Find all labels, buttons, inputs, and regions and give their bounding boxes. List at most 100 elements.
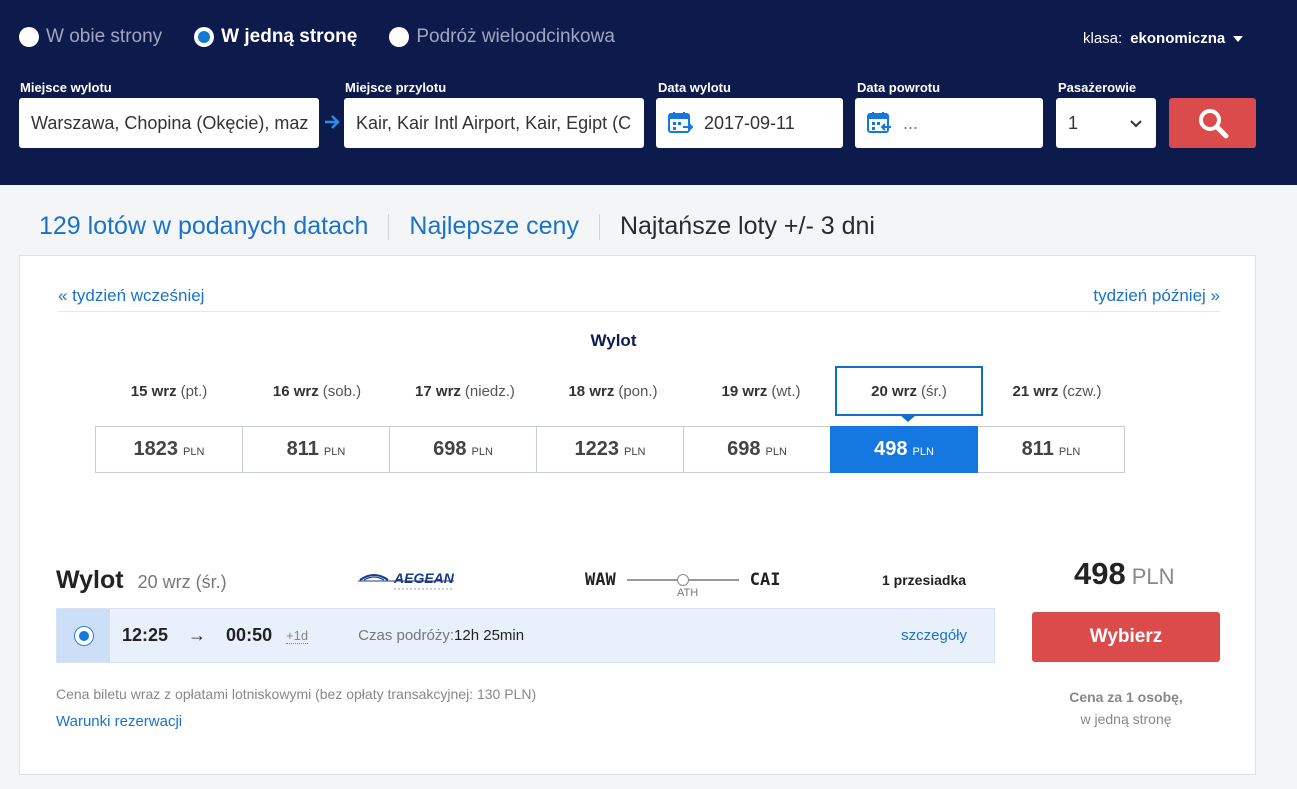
radio-selected-icon[interactable] xyxy=(194,27,215,47)
price-cell[interactable]: 1823 PLN xyxy=(95,426,243,473)
flight-price-currency: PLN xyxy=(1131,564,1175,589)
price-currency: PLN xyxy=(183,446,205,458)
date-row: 15 wrz (pt.) 16 wrz (sob.) 17 wrz (niedz.) … xyxy=(95,366,1131,422)
caret-down-icon xyxy=(1233,35,1244,42)
origin-code: WAW xyxy=(585,570,616,590)
date-cell-selected[interactable]: 20 wrz (śr.) xyxy=(835,366,983,422)
route-line xyxy=(626,574,739,586)
price-note: Cena biletu wraz z opłatami lotniskowymi… xyxy=(56,686,537,702)
date-weekday: (pt.) xyxy=(180,382,208,400)
origin-input[interactable]: Warszawa, Chopina (Okęcie), maz xyxy=(19,98,319,148)
price-per-person-line2: w jedną stronę xyxy=(1080,711,1172,727)
select-flight-button[interactable]: Wybierz xyxy=(1032,612,1220,662)
return-date-input[interactable]: ... xyxy=(855,98,1043,148)
price-currency: PLN xyxy=(1058,446,1081,458)
trip-type-round-trip[interactable]: W obie strony xyxy=(19,26,162,48)
tab-divider xyxy=(388,213,390,240)
return-date-label: Data powrotu xyxy=(857,80,941,95)
arrow-right-icon xyxy=(325,115,340,129)
price-cell[interactable]: 811 PLN xyxy=(977,426,1125,473)
price-value: 698 xyxy=(433,438,467,460)
departure-date-label: Data wylotu xyxy=(658,80,731,95)
next-week-link[interactable]: tydzień później » xyxy=(1093,286,1220,306)
tab-best-prices[interactable]: Najlepsze ceny xyxy=(409,212,579,241)
tab-cheapest-3-days[interactable]: Najtańsze loty +/- 3 dni xyxy=(620,212,875,241)
price-cell[interactable]: 1223 PLN xyxy=(536,426,684,473)
date-cell[interactable]: 21 wrz (czw.) xyxy=(983,366,1131,416)
flight-price-value: 498 xyxy=(1074,556,1126,591)
passengers-select[interactable]: 1 xyxy=(1056,98,1156,148)
price-value: 811 xyxy=(1021,438,1054,460)
trip-type-label: W obie strony xyxy=(46,26,163,47)
flight-option-row[interactable]: 12:25 → 00:50 +1d Czas podróży: 12h 25mi… xyxy=(56,608,995,663)
date-weekday: (czw.) xyxy=(1062,382,1102,400)
destination-label: Miejsce przylotu xyxy=(345,80,447,95)
radio-icon[interactable] xyxy=(389,27,410,47)
date-weekday: (sob.) xyxy=(322,382,362,400)
date-day: 18 wrz xyxy=(568,382,615,400)
stopover-code: ATH xyxy=(677,587,699,599)
details-link[interactable]: szczegóły xyxy=(901,627,967,644)
return-date-value: ... xyxy=(903,112,919,133)
arrow-right-icon: → xyxy=(188,625,207,645)
price-cell-selected[interactable]: 498 PLN xyxy=(830,426,978,473)
cabin-class-dropdown[interactable]: klasa: ekonomiczna xyxy=(1083,30,1244,47)
divider xyxy=(58,311,1220,312)
date-weekday: (pon.) xyxy=(618,382,658,400)
price-cell[interactable]: 698 PLN xyxy=(683,426,831,473)
flight-select-radio[interactable] xyxy=(57,609,110,662)
destination-input[interactable]: Kair, Kair Intl Airport, Kair, Egipt (C xyxy=(344,98,644,148)
trip-type-one-way[interactable]: W jedną stronę xyxy=(194,26,357,48)
destination-value: Kair, Kair Intl Airport, Kair, Egipt (C xyxy=(356,112,632,133)
radio-selected-icon xyxy=(73,625,94,646)
price-currency: PLN xyxy=(323,446,346,458)
date-cell[interactable]: 15 wrz (pt.) xyxy=(95,366,243,416)
passengers-value: 1 xyxy=(1068,112,1079,133)
radio-icon[interactable] xyxy=(19,27,39,47)
flight-direction: Wylot xyxy=(56,566,124,594)
date-day: 17 wrz xyxy=(415,382,461,400)
cabin-class-label: klasa: xyxy=(1083,30,1123,47)
previous-week-link[interactable]: « tydzień wcześniej xyxy=(58,286,204,306)
date-weekday: (śr.) xyxy=(921,382,947,400)
duration-label: Czas podróży: xyxy=(358,627,455,644)
airline-name: AEGEAN xyxy=(393,570,455,586)
chevron-down-icon xyxy=(1130,120,1142,128)
flight-date: 20 wrz (śr.) xyxy=(137,572,227,592)
search-button[interactable] xyxy=(1169,98,1256,148)
origin-label: Miejsce wylotu xyxy=(20,80,112,95)
stopover-dot-icon xyxy=(676,574,689,586)
trip-type-multi-city[interactable]: Podróż wieloodcinkowa xyxy=(389,26,615,48)
date-cell[interactable]: 17 wrz (niedz.) xyxy=(391,366,539,416)
price-cell[interactable]: 698 PLN xyxy=(389,426,537,473)
stops-count: 1 przesiadka xyxy=(882,572,967,588)
date-day: 19 wrz xyxy=(721,382,768,400)
departure-time: 12:25 xyxy=(122,625,169,645)
date-day: 16 wrz xyxy=(272,382,319,400)
date-weekday: (wt.) xyxy=(771,382,801,400)
duration-value: 12h 25min xyxy=(454,627,525,644)
calendar-depart-icon xyxy=(668,112,694,133)
airline-logo: AEGEAN xyxy=(358,570,455,590)
price-currency: PLN xyxy=(765,446,787,458)
flight-price: 498 PLN xyxy=(1074,556,1175,592)
price-value: 1823 xyxy=(133,438,179,460)
price-cell[interactable]: 811 PLN xyxy=(242,426,390,473)
results-tabs: 129 lotów w podanych datach Najlepsze ce… xyxy=(39,212,875,241)
price-value: 498 xyxy=(874,438,908,460)
price-value: 811 xyxy=(286,438,319,460)
booking-terms-link[interactable]: Warunki rezerwacji xyxy=(56,713,182,730)
date-cell[interactable]: 18 wrz (pon.) xyxy=(539,366,687,416)
date-cell[interactable]: 19 wrz (wt.) xyxy=(687,366,835,416)
date-day: 21 wrz xyxy=(1012,382,1059,400)
price-per-person: Cena za 1 osobę, w jedną stronę xyxy=(1032,686,1220,730)
departure-date-input[interactable]: 2017-09-11 xyxy=(656,98,843,148)
trip-type-label: Podróż wieloodcinkowa xyxy=(416,26,615,47)
day-offset: +1d xyxy=(286,627,309,644)
tab-all-flights[interactable]: 129 lotów w podanych datach xyxy=(39,212,368,241)
search-header: W obie strony W jedną stronę Podróż wiel… xyxy=(0,0,1297,185)
date-cell[interactable]: 16 wrz (sob.) xyxy=(243,366,391,416)
departure-date-value: 2017-09-11 xyxy=(704,112,795,133)
price-currency: PLN xyxy=(624,446,646,458)
price-currency: PLN xyxy=(471,446,493,458)
